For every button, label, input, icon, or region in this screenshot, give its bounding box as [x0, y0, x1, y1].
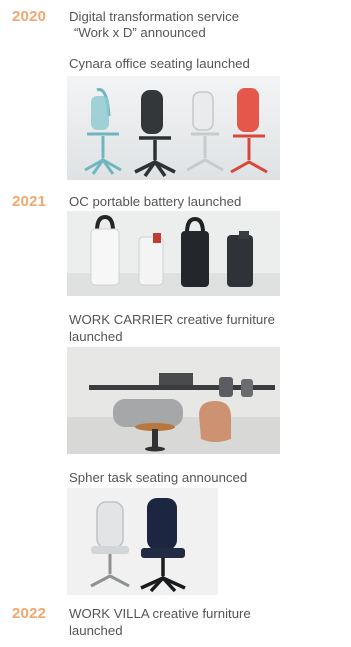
event-oc-battery: OC portable battery launched [69, 194, 242, 209]
year-2022-label: 2022 [12, 605, 47, 622]
year-2021-label: 2021 [12, 193, 47, 210]
spher-chairs-photo [67, 488, 218, 595]
event-work-x-d-line2: “Work x D” announced [74, 25, 206, 40]
event-work-villa-line1: WORK VILLA creative furniture [69, 606, 251, 621]
event-cynara-seating: Cynara office seating launched [69, 56, 250, 71]
work-carrier-photo [67, 347, 280, 454]
event-work-carrier-line2: launched [69, 329, 123, 344]
oc-battery-photo [67, 211, 280, 296]
event-work-x-d-line1: Digital transformation service [69, 9, 240, 24]
cynara-chairs-photo [67, 76, 280, 180]
event-work-villa-line2: launched [69, 623, 123, 638]
event-work-carrier-line1: WORK CARRIER creative furniture [69, 312, 275, 327]
event-spher-seating: Spher task seating announced [69, 470, 248, 485]
year-2020-label: 2020 [12, 8, 47, 25]
